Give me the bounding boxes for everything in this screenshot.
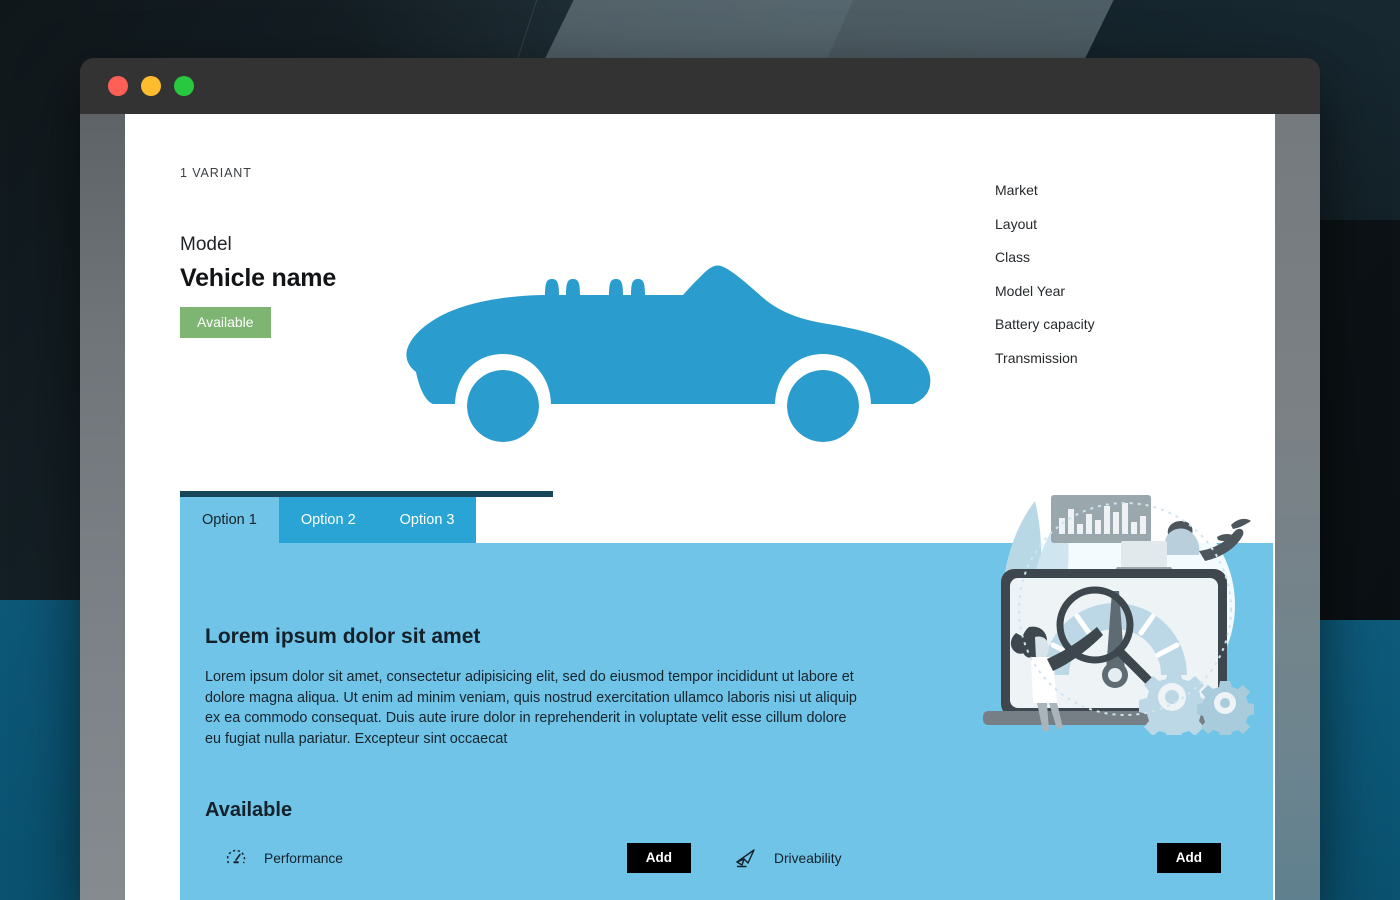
model-kicker-label: Model xyxy=(180,234,232,255)
left-edge-strip xyxy=(80,114,125,900)
maximize-window-button[interactable] xyxy=(174,76,194,96)
vehicle-summary: Model Vehicle name Available xyxy=(180,234,430,338)
feature-row-driveability: Driveability Add xyxy=(715,843,1225,873)
close-window-button[interactable] xyxy=(108,76,128,96)
feature-row-performance: Performance Add xyxy=(205,843,715,873)
tab-option-3-label: Option 3 xyxy=(399,512,455,528)
feature-label-performance: Performance xyxy=(264,850,343,866)
speedometer-icon xyxy=(223,845,249,871)
spec-item-class: Class xyxy=(995,249,1031,265)
paper-plane-icon xyxy=(733,845,759,871)
status-badge: Available xyxy=(180,307,271,338)
tab-option-1-label: Option 1 xyxy=(202,512,257,528)
tab-option-1[interactable]: Option 1 xyxy=(180,497,279,543)
analytics-dashboard-illustration-icon xyxy=(983,493,1254,735)
tab-panel-option-1: Lorem ipsum dolor sit amet Lorem ipsum d… xyxy=(180,493,1273,900)
tab-option-2-label: Option 2 xyxy=(300,512,356,528)
page-content: 1 VARIANT Model Vehicle name Available M… xyxy=(125,114,1275,900)
app-window: 1 VARIANT Model Vehicle name Available M… xyxy=(80,58,1320,900)
tab-option-2[interactable]: Option 2 xyxy=(278,497,378,543)
feature-label-driveability: Driveability xyxy=(774,850,842,866)
spec-item-transmission: Transmission xyxy=(995,349,1078,366)
specification-list: Market Layout Class Model Year Battery c… xyxy=(995,182,1275,383)
panel-heading: Lorem ipsum dolor sit amet xyxy=(205,625,481,648)
page-title: Vehicle name xyxy=(180,264,337,292)
add-driveability-button[interactable]: Add xyxy=(1156,843,1221,873)
minimize-window-button[interactable] xyxy=(141,76,161,96)
tab-bar: Option 1 Option 2 Option 3 xyxy=(180,491,553,543)
available-section-heading: Available xyxy=(205,799,293,821)
right-edge-strip xyxy=(1275,114,1320,900)
available-features-grid: Performance Add Driveability Add xyxy=(205,843,1225,900)
tab-option-3[interactable]: Option 3 xyxy=(377,497,477,543)
spec-item-market: Market xyxy=(995,182,1038,198)
spec-item-model-year: Model Year xyxy=(995,282,1066,299)
window-body: 1 VARIANT Model Vehicle name Available M… xyxy=(80,114,1320,900)
convertible-car-silhouette-icon xyxy=(406,265,931,444)
add-performance-button[interactable]: Add xyxy=(626,843,691,873)
variant-count-label: 1 VARIANT xyxy=(180,166,252,180)
spec-item-battery-capacity: Battery capacity xyxy=(995,316,1095,332)
window-titlebar[interactable] xyxy=(80,58,1320,114)
spec-item-layout: Layout xyxy=(995,215,1038,232)
panel-body-text: Lorem ipsum dolor sit amet, consectetur … xyxy=(205,669,857,747)
